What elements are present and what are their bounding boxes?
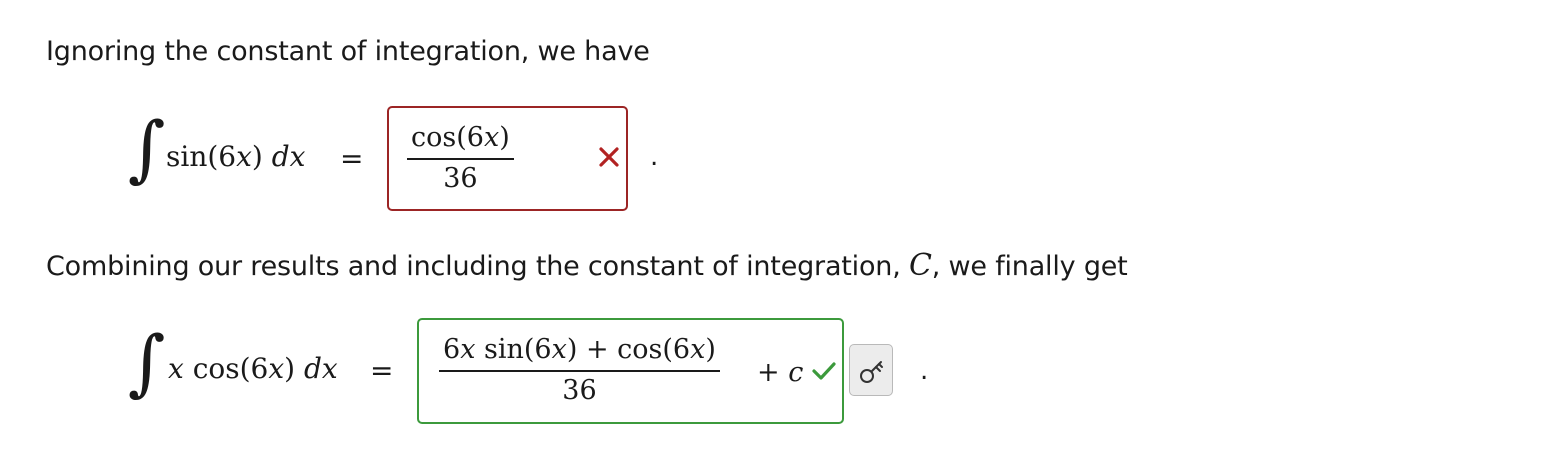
integral-sign: ∫ [128, 320, 166, 404]
integrand-expression: sin(6x) dx [166, 140, 306, 173]
show-answer-key-button[interactable] [849, 344, 893, 396]
answer-fraction: 6x sin(6x) + cos(6x) 36 [439, 334, 720, 406]
combining-text-after: , we finally get [931, 251, 1128, 282]
constant-variable: C [908, 248, 932, 283]
answer-input-box[interactable]: cos(6x) 36 [387, 106, 628, 211]
answer-numerator: cos(6x) [407, 122, 514, 160]
integrand-expression: x cos(6x) dx [168, 352, 338, 385]
x-mark-icon [599, 147, 619, 167]
equals-sign: = [340, 142, 364, 175]
check-mark-icon [812, 362, 836, 380]
integral-sign: ∫ [128, 106, 166, 190]
equals-sign: = [370, 354, 394, 387]
combining-text: Combining our results and including the … [46, 248, 1128, 283]
combining-text-before: Combining our results and including the … [46, 251, 909, 282]
plus-constant: + c [757, 357, 804, 388]
key-icon [860, 361, 883, 383]
answer-denominator: 36 [443, 163, 478, 194]
intro-text: Ignoring the constant of integration, we… [46, 36, 650, 67]
trailing-period: . [650, 142, 659, 172]
answer-numerator: 6x sin(6x) + cos(6x) [439, 334, 720, 372]
trailing-period: . [920, 356, 929, 386]
answer-fraction: cos(6x) 36 [407, 122, 514, 194]
answer-denominator: 36 [562, 375, 597, 406]
